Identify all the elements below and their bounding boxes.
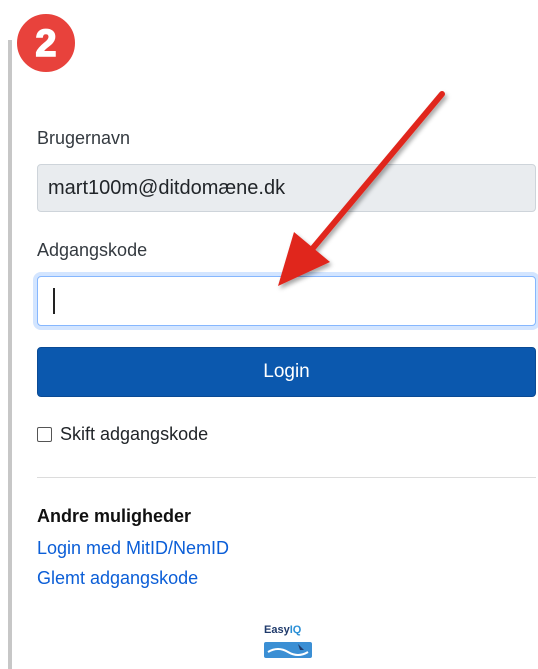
step-badge-number: 2: [35, 23, 56, 65]
easyiq-logo-icon: [264, 642, 312, 658]
change-password-option[interactable]: Skift adgangskode: [37, 424, 208, 445]
username-value: mart100m@ditdomæne.dk: [48, 176, 286, 199]
password-input[interactable]: [37, 276, 536, 326]
forgot-password-link[interactable]: Glemt adgangskode: [37, 568, 198, 589]
password-label: Adgangskode: [37, 240, 148, 260]
step-badge-icon: 2: [13, 10, 79, 76]
change-password-checkbox[interactable]: [37, 427, 52, 442]
username-field: mart100m@ditdomæne.dk: [37, 164, 536, 212]
username-label: Brugernavn: [37, 128, 131, 148]
easyiq-logo-text: EasyIQ: [264, 624, 301, 636]
divider: [37, 477, 536, 478]
change-password-label: Skift adgangskode: [60, 424, 209, 444]
text-caret: [53, 288, 55, 314]
logo-part-iq: IQ: [289, 624, 302, 636]
left-border: [8, 40, 12, 669]
logo-part-easy: Easy: [264, 624, 290, 636]
other-options-title: Andre muligheder: [37, 506, 192, 526]
login-button[interactable]: Login: [37, 347, 536, 397]
mitid-login-link[interactable]: Login med MitID/NemID: [37, 538, 229, 559]
